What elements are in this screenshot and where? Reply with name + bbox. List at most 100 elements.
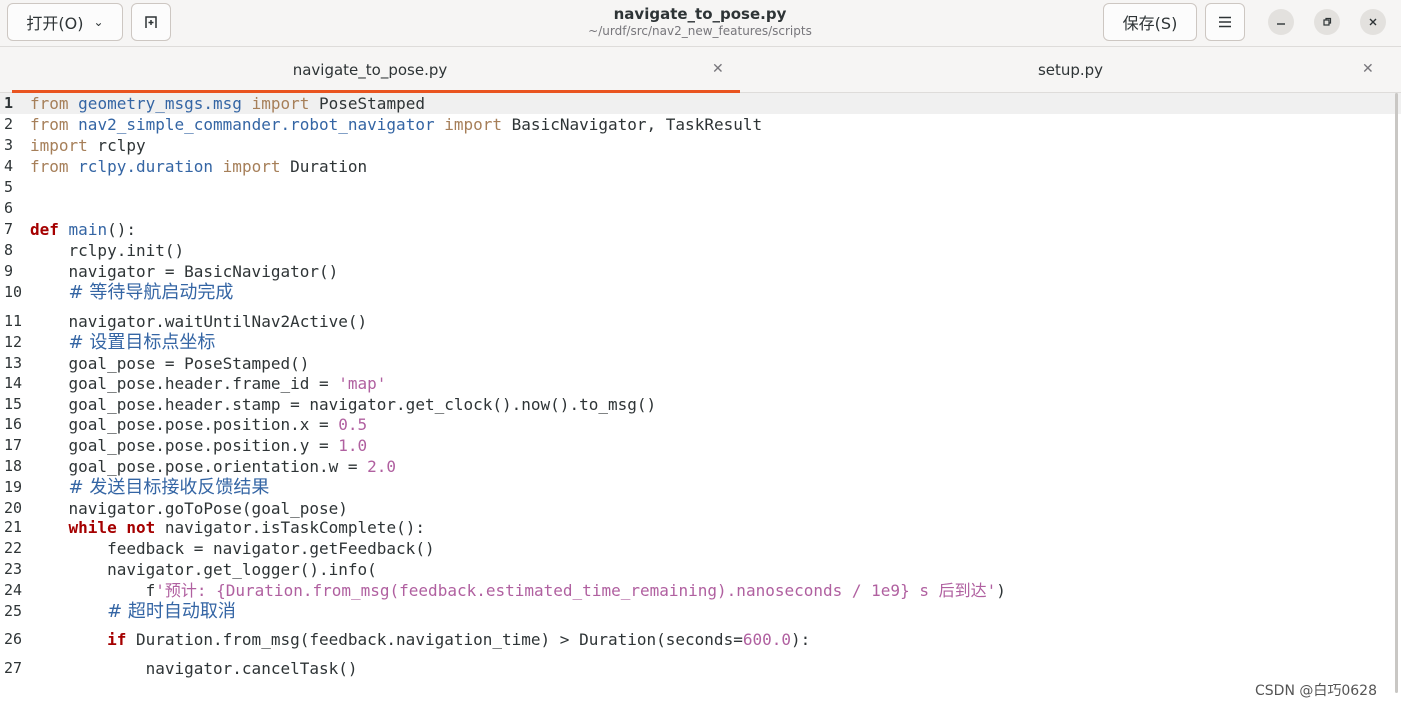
line-number: 22 bbox=[4, 539, 23, 557]
code-line[interactable]: 14 goal_pose.header.frame_id = 'map' bbox=[0, 373, 1401, 394]
code-line[interactable]: 5 bbox=[0, 177, 1401, 198]
code-text: # 设置目标点坐标 bbox=[68, 332, 216, 353]
code-text: navigator.goToPose(goal_pose) bbox=[30, 499, 348, 518]
line-number: 4 bbox=[4, 157, 14, 175]
code-line[interactable]: 4 from rclpy.duration import Duration bbox=[0, 156, 1401, 177]
code-text: f'预计: {Duration.from_msg(feedback.estima… bbox=[30, 581, 1006, 600]
code-text: navigator.get_logger().info( bbox=[30, 560, 377, 579]
code-line[interactable]: 7 def main(): bbox=[0, 219, 1401, 240]
close-window-button[interactable] bbox=[1360, 9, 1386, 35]
maximize-button[interactable] bbox=[1314, 9, 1340, 35]
hamburger-menu-icon bbox=[1219, 16, 1231, 28]
code-line[interactable]: 11 navigator.waitUntilNav2Active() bbox=[0, 311, 1401, 332]
line-number: 27 bbox=[4, 659, 23, 677]
line-number: 15 bbox=[4, 395, 23, 413]
line-number: 14 bbox=[4, 374, 23, 392]
main-menu-button[interactable] bbox=[1205, 3, 1245, 41]
vertical-scrollbar[interactable] bbox=[1395, 93, 1398, 693]
code-text: if Duration.from_msg(feedback.navigation… bbox=[107, 630, 811, 649]
code-line[interactable]: 17 goal_pose.pose.position.y = 1.0 bbox=[0, 435, 1401, 456]
save-button-label: 保存(S) bbox=[1122, 14, 1178, 33]
code-text: goal_pose.pose.position.y = 1.0 bbox=[30, 436, 368, 455]
line-number: 23 bbox=[4, 560, 23, 578]
code-line[interactable]: 12 # 设置目标点坐标 bbox=[0, 332, 1401, 353]
line-number: 1 bbox=[4, 94, 14, 112]
code-editor[interactable]: 1 from geometry_msgs.msg import PoseStamp… bbox=[0, 93, 1401, 706]
line-number: 9 bbox=[4, 262, 14, 280]
line-number: 12 bbox=[4, 333, 23, 351]
line-number: 2 bbox=[4, 115, 14, 133]
line-number: 6 bbox=[4, 199, 14, 217]
line-number: 25 bbox=[4, 602, 23, 620]
code-line[interactable]: 8 rclpy.init() bbox=[0, 240, 1401, 261]
new-tab-button[interactable] bbox=[131, 3, 171, 41]
window-title-area: navigate_to_pose.py ~/urdf/src/nav2_new_… bbox=[400, 5, 1000, 39]
code-text: # 超时自动取消 bbox=[107, 601, 236, 622]
code-text: feedback = navigator.getFeedback() bbox=[30, 539, 435, 558]
minimize-button[interactable] bbox=[1268, 9, 1294, 35]
code-text: while not navigator.isTaskComplete(): bbox=[68, 518, 425, 537]
code-text: def main(): bbox=[30, 220, 136, 239]
line-number: 19 bbox=[4, 478, 23, 496]
tab-bar: navigate_to_pose.py ✕ setup.py ✕ bbox=[0, 46, 1401, 93]
code-line[interactable]: 22 feedback = navigator.getFeedback() bbox=[0, 538, 1401, 559]
code-line[interactable]: 1 from geometry_msgs.msg import PoseStamp… bbox=[0, 93, 1401, 114]
tab-setup[interactable]: setup.py ✕ bbox=[740, 47, 1401, 93]
code-text: navigator.waitUntilNav2Active() bbox=[30, 312, 368, 331]
code-line[interactable]: 19 # 发送目标接收反馈结果 bbox=[0, 477, 1401, 498]
code-line[interactable]: 23 navigator.get_logger().info( bbox=[0, 559, 1401, 580]
code-text: goal_pose.pose.position.x = 0.5 bbox=[30, 415, 368, 434]
code-line[interactable]: 26 if Duration.from_msg(feedback.navigat… bbox=[0, 629, 1401, 650]
code-line[interactable]: 18 goal_pose.pose.orientation.w = 2.0 bbox=[0, 456, 1401, 477]
code-text: from geometry_msgs.msg import PoseStampe… bbox=[30, 94, 425, 113]
line-number: 5 bbox=[4, 178, 14, 196]
line-number: 26 bbox=[4, 630, 23, 648]
code-line[interactable]: 15 goal_pose.header.stamp = navigator.ge… bbox=[0, 394, 1401, 415]
tab-navigate-to-pose[interactable]: navigate_to_pose.py ✕ bbox=[0, 47, 740, 93]
code-line[interactable]: 27 navigator.cancelTask() bbox=[0, 658, 1401, 679]
line-number: 20 bbox=[4, 499, 23, 517]
line-number: 21 bbox=[4, 518, 23, 536]
line-number: 24 bbox=[4, 581, 23, 599]
code-line[interactable]: 10 # 等待导航启动完成 bbox=[0, 282, 1401, 303]
code-text: from rclpy.duration import Duration bbox=[30, 157, 368, 176]
tab-label: setup.py bbox=[1037, 61, 1104, 79]
code-line[interactable]: 21 while not navigator.isTaskComplete(): bbox=[0, 517, 1401, 538]
save-button[interactable]: 保存(S) bbox=[1103, 3, 1197, 41]
line-number: 11 bbox=[4, 312, 23, 330]
window-title: navigate_to_pose.py bbox=[613, 5, 787, 23]
line-number: 13 bbox=[4, 354, 23, 372]
watermark: CSDN @白巧0628 bbox=[1255, 683, 1377, 699]
code-text: navigator.cancelTask() bbox=[30, 659, 358, 678]
new-tab-icon bbox=[145, 16, 157, 28]
code-text: from nav2_simple_commander.robot_navigat… bbox=[30, 115, 763, 134]
tab-close-icon[interactable]: ✕ bbox=[712, 61, 724, 77]
code-text: goal_pose.header.stamp = navigator.get_c… bbox=[30, 395, 657, 414]
code-line[interactable]: 9 navigator = BasicNavigator() bbox=[0, 261, 1401, 282]
line-number: 16 bbox=[4, 415, 23, 433]
line-number: 18 bbox=[4, 457, 23, 475]
code-line[interactable]: 16 goal_pose.pose.position.x = 0.5 bbox=[0, 414, 1401, 435]
code-line[interactable]: 2 from nav2_simple_commander.robot_naviga… bbox=[0, 114, 1401, 135]
line-number: 3 bbox=[4, 136, 14, 154]
line-number: 8 bbox=[4, 241, 14, 259]
close-icon bbox=[1369, 18, 1377, 26]
chevron-down-icon: ⌄ bbox=[93, 15, 104, 29]
code-line[interactable]: 25 # 超时自动取消 bbox=[0, 601, 1401, 622]
code-line[interactable]: 13 goal_pose = PoseStamped() bbox=[0, 353, 1401, 374]
code-text: rclpy.init() bbox=[30, 241, 185, 260]
minimize-icon bbox=[1277, 23, 1285, 25]
tab-close-icon[interactable]: ✕ bbox=[1362, 61, 1374, 77]
code-text: goal_pose.header.frame_id = 'map' bbox=[30, 374, 387, 393]
code-text: # 发送目标接收反馈结果 bbox=[68, 477, 270, 498]
line-number: 7 bbox=[4, 220, 14, 238]
code-line[interactable]: 3 import rclpy bbox=[0, 135, 1401, 156]
code-line[interactable]: 20 navigator.goToPose(goal_pose) bbox=[0, 498, 1401, 519]
code-text: # 等待导航启动完成 bbox=[68, 282, 234, 303]
open-button[interactable]: 打开(O) ⌄ bbox=[7, 3, 123, 41]
tab-label: navigate_to_pose.py bbox=[292, 61, 448, 79]
code-line[interactable]: 6 bbox=[0, 198, 1401, 219]
code-text: navigator = BasicNavigator() bbox=[30, 262, 339, 281]
code-line[interactable]: 24 f'预计: {Duration.from_msg(feedback.est… bbox=[0, 580, 1401, 601]
line-number: 10 bbox=[4, 283, 23, 301]
